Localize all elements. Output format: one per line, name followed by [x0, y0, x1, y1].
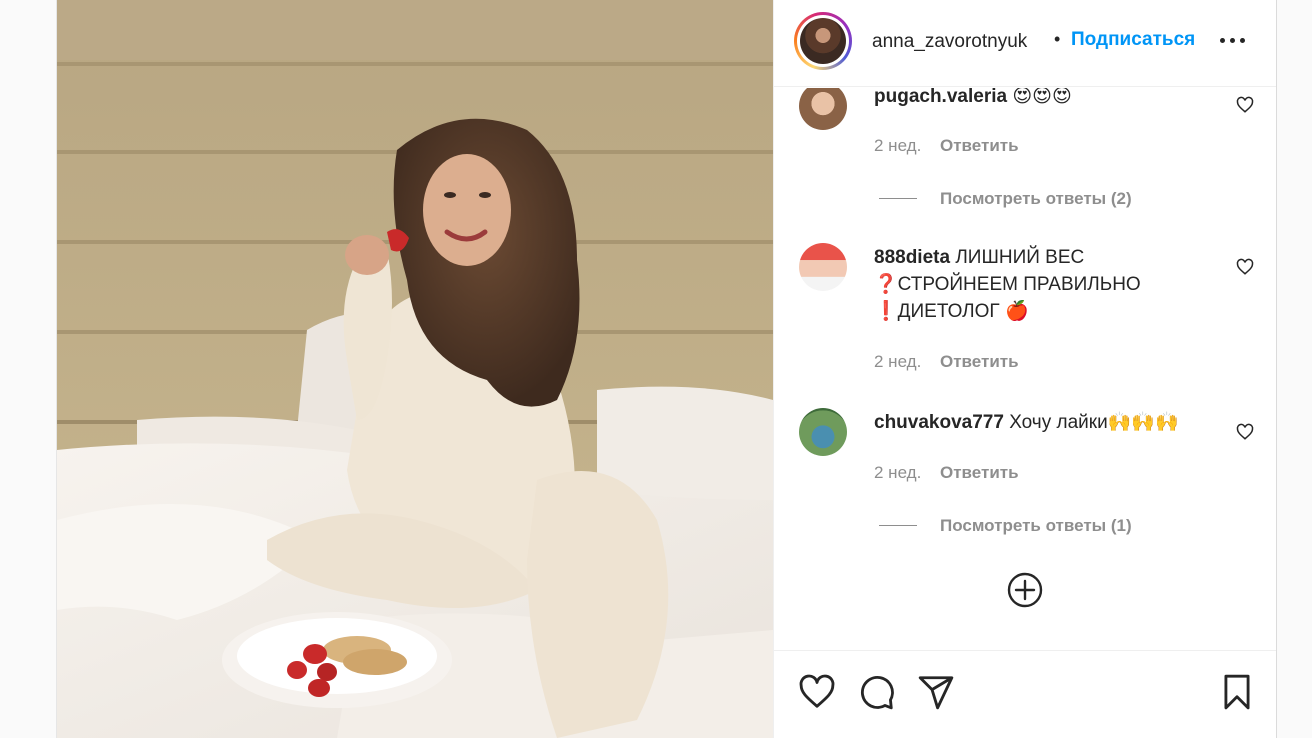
heart-outline-icon[interactable] — [1236, 96, 1254, 114]
more-options-icon[interactable] — [1220, 38, 1246, 46]
post-photo[interactable] — [57, 0, 773, 738]
follow-button[interactable]: Подписаться — [1071, 29, 1195, 51]
paper-plane-icon[interactable] — [917, 673, 955, 711]
view-replies-button[interactable]: Посмотреть ответы (1) — [940, 516, 1132, 536]
heart-outline-icon[interactable] — [1236, 258, 1254, 276]
bookmark-icon[interactable] — [1218, 673, 1256, 711]
view-replies-line — [879, 198, 917, 199]
comment-username[interactable]: chuvakova777 — [874, 412, 1004, 433]
heart-icon[interactable] — [798, 673, 836, 711]
comment-avatar[interactable] — [799, 88, 847, 130]
comment-username[interactable]: pugach.valeria — [874, 88, 1007, 107]
view-replies-button[interactable]: Посмотреть ответы (2) — [940, 189, 1132, 209]
comment-username[interactable]: 888dieta — [874, 247, 950, 268]
reply-button[interactable]: Ответить — [940, 136, 1019, 156]
plus-circle-icon[interactable] — [1007, 572, 1043, 608]
comment-time: 2 нед. — [874, 352, 922, 371]
header-separator: • — [1054, 29, 1061, 49]
author-avatar[interactable] — [794, 12, 852, 70]
post-side-panel: anna_zavorotnyuk • Подписаться pugach.va… — [773, 0, 1277, 738]
comment-bubble-icon[interactable] — [858, 673, 896, 711]
right-gutter — [1276, 0, 1312, 738]
reply-button[interactable]: Ответить — [940, 352, 1019, 372]
comment-text: 😍😍😍 — [1012, 88, 1072, 107]
comment-time: 2 нед. — [874, 463, 922, 482]
author-username[interactable]: anna_zavorotnyuk — [872, 31, 1027, 53]
comment-time: 2 нед. — [874, 136, 922, 155]
comment-body: chuvakova777 Хочу лайки🙌🙌🙌 — [874, 409, 1194, 436]
comments-list: pugach.valeria 😍😍😍 2 нед. Ответить Посмо… — [774, 88, 1277, 650]
view-replies-line — [879, 525, 917, 526]
comment-body: 888dieta ЛИШНИЙ ВЕС ❓СТРОЙНЕЕМ ПРАВИЛЬНО… — [874, 244, 1194, 325]
comment-body: pugach.valeria 😍😍😍 — [874, 88, 1194, 110]
comment-avatar[interactable] — [799, 243, 847, 291]
post-actions-bar — [774, 650, 1277, 738]
reply-button[interactable]: Ответить — [940, 463, 1019, 483]
comment-avatar[interactable] — [799, 408, 847, 456]
left-gutter — [0, 0, 57, 738]
post-header: anna_zavorotnyuk • Подписаться — [774, 0, 1277, 87]
comment-text: Хочу лайки🙌🙌🙌 — [1009, 412, 1179, 433]
heart-outline-icon[interactable] — [1236, 423, 1254, 441]
